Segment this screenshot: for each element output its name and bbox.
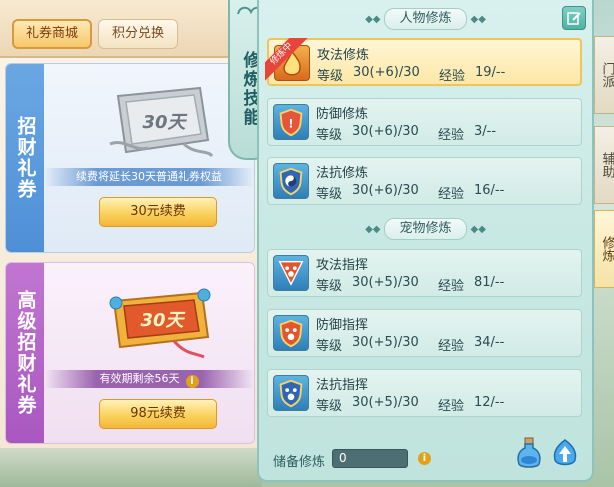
paw-resist-icon (273, 375, 309, 411)
svg-text:30天: 30天 (142, 112, 187, 133)
silver-ticket-icon: 30天 (109, 86, 214, 158)
scenery-strip (0, 448, 262, 487)
skill-level: 30(+5)/30 (352, 335, 419, 350)
pet-cultivation-title: ◆◆ 宠物修炼 ◆◆ (259, 218, 592, 240)
skill-level: 30(+5)/30 (352, 395, 419, 410)
skill-level: 30(+6)/30 (353, 65, 420, 80)
skill-row-attack-cultivation[interactable]: 修炼中 攻法修炼 等级 30(+6)/30 经验 19/-- (265, 38, 582, 86)
zhaocai-coupon-card: 招财礼券 30天 续费将延长30天普通礼券权益 30元续费 (5, 63, 255, 253)
coupon-shop-panel: 礼券商城 积分兑换 招财礼券 30天 续费将延长30天普通礼券权益 30元续费 … (0, 0, 262, 487)
card-title: 招财礼券 (6, 64, 44, 252)
card-title: 高级招财礼券 (6, 263, 44, 443)
level-label: 等级 (316, 187, 343, 202)
person-cultivation-title: ◆◆ 人物修炼 ◆◆ (259, 8, 592, 30)
level-label: 等级 (316, 279, 343, 294)
skill-name: 防御指挥 (316, 318, 369, 333)
skill-name: 攻法指挥 (316, 258, 369, 273)
skill-name: 法抗指挥 (316, 378, 369, 393)
exp-label: 经验 (438, 339, 465, 354)
tab-points-exchange[interactable]: 积分兑换 (98, 19, 178, 49)
card-body: 30天 续费将延长30天普通礼券权益 30元续费 (44, 64, 254, 252)
info-icon[interactable]: i (418, 452, 431, 465)
skill-name: 攻法修炼 (317, 48, 370, 63)
card-description: 续费将延长30天普通礼券权益 (44, 168, 254, 186)
skill-row-defense-cultivation[interactable]: ! 防御修炼 等级 30(+6)/30 经验 3/-- (267, 98, 582, 146)
renew-98-button[interactable]: 98元续费 (99, 399, 217, 429)
card-body: 30天 有效期剩余56天 i 98元续费 (44, 263, 254, 443)
skill-level: 30(+5)/30 (352, 275, 419, 290)
edit-button[interactable] (562, 6, 586, 30)
skill-row-pet-defense[interactable]: 防御指挥 等级 30(+5)/30 经验 34/-- (267, 309, 582, 357)
shop-tab-bar: 礼券商城 积分兑换 (0, 0, 262, 58)
paw-attack-icon (273, 255, 309, 291)
premium-coupon-card: 高级招财礼券 30天 有效期剩余56天 i 98元续费 (5, 262, 255, 444)
potion-icon[interactable] (515, 436, 543, 470)
level-label: 等级 (316, 399, 343, 414)
level-label: 等级 (317, 69, 344, 84)
tab-cultivation[interactable]: 修炼 (594, 210, 614, 288)
skill-row-pet-resist[interactable]: 法抗指挥 等级 30(+5)/30 经验 12/-- (267, 369, 582, 417)
renew-30-button[interactable]: 30元续费 (99, 197, 217, 227)
exp-label: 经验 (438, 187, 465, 202)
skill-name: 防御修炼 (316, 107, 369, 122)
skill-exp: 81/-- (474, 275, 505, 290)
level-label: 等级 (316, 128, 343, 143)
exp-label: 经验 (438, 399, 465, 414)
cultivating-badge: 修炼中 (265, 38, 309, 82)
skill-row-pet-attack[interactable]: 攻法指挥 等级 30(+5)/30 经验 81/-- (267, 249, 582, 297)
skill-exp: 12/-- (474, 395, 505, 410)
shield-icon: ! (273, 104, 309, 140)
right-side-tabs: 门派 辅助 修炼 (594, 0, 614, 487)
pencil-icon (567, 12, 581, 25)
taiji-shield-icon (273, 163, 309, 199)
reserve-cultivation-value: 0 (332, 449, 408, 468)
skill-exp: 19/-- (475, 65, 506, 80)
level-label: 等级 (316, 339, 343, 354)
card-description: 有效期剩余56天 i (44, 370, 254, 388)
exp-label: 经验 (438, 128, 465, 143)
upgrade-arrow-icon[interactable] (551, 438, 579, 468)
tab-coupon-shop[interactable]: 礼券商城 (12, 19, 92, 49)
skill-name: 法抗修炼 (316, 166, 369, 181)
info-icon[interactable]: i (185, 375, 199, 388)
tab-sect[interactable]: 门派 (594, 36, 614, 114)
skill-exp: 34/-- (474, 335, 505, 350)
skill-exp: 16/-- (474, 183, 505, 198)
cultivation-panel: ◆◆ 人物修炼 ◆◆ 修炼中 攻法修炼 等级 30(+6)/30 经验 19/-- … (257, 0, 594, 482)
reserve-cultivation-label: 储备修炼 (273, 455, 326, 470)
gold-ticket-icon: 30天 (109, 288, 211, 359)
svg-text:30天: 30天 (140, 310, 185, 331)
tab-assist[interactable]: 辅助 (594, 126, 614, 204)
exp-label: 经验 (438, 279, 465, 294)
validity-text: 有效期剩余56天 (99, 372, 180, 385)
svg-text:!: ! (288, 117, 293, 131)
paw-defense-icon (273, 315, 309, 351)
exp-label: 经验 (439, 69, 466, 84)
skill-row-resist-cultivation[interactable]: 法抗修炼 等级 30(+6)/30 经验 16/-- (267, 157, 582, 205)
skill-exp: 3/-- (474, 124, 497, 139)
skill-level: 30(+6)/30 (352, 183, 419, 198)
skill-level: 30(+6)/30 (352, 124, 419, 139)
